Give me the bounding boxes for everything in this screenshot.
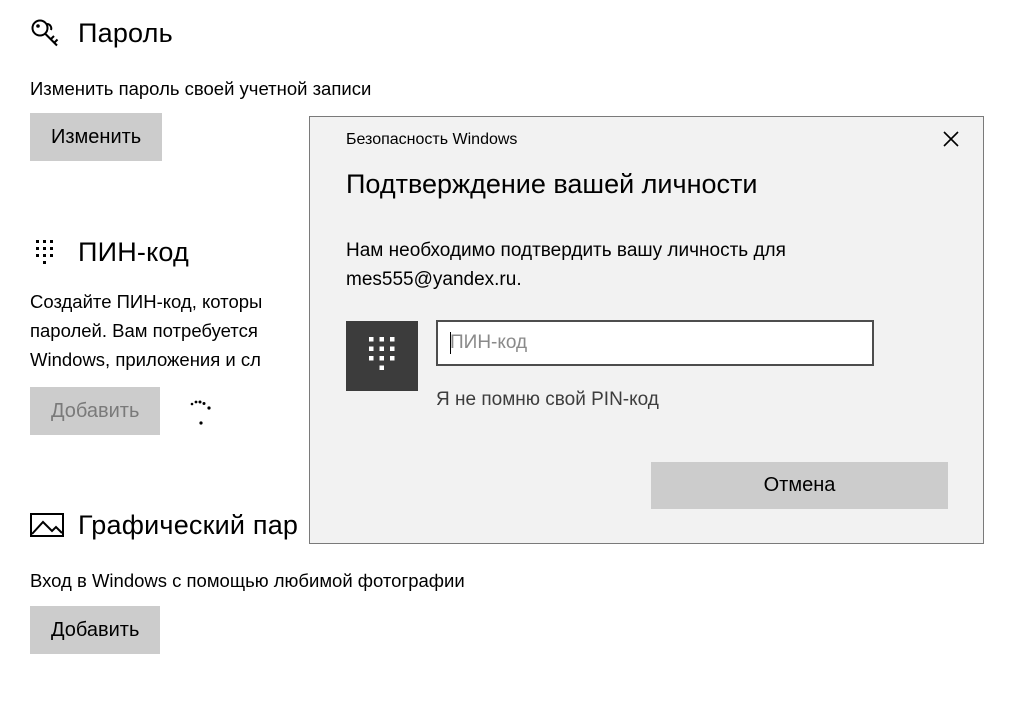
- close-button[interactable]: [937, 127, 965, 155]
- add-pin-button[interactable]: Добавить: [30, 387, 161, 435]
- close-icon: [943, 130, 959, 152]
- settings-page: Пароль Изменить пароль своей учетной зап…: [0, 0, 1024, 715]
- cancel-button[interactable]: Отмена: [651, 462, 948, 509]
- dialog-message: Нам необходимо подтвердить вашу личность…: [346, 236, 786, 294]
- pin-input[interactable]: [436, 320, 874, 366]
- pin-title: ПИН-код: [78, 236, 189, 267]
- password-title: Пароль: [78, 17, 173, 48]
- key-icon: [30, 18, 66, 48]
- pin-description-line: Создайте ПИН-код, которы: [30, 291, 263, 312]
- add-picture-password-button[interactable]: Добавить: [30, 606, 161, 654]
- dialog-caption: Безопасность Windows: [346, 131, 518, 148]
- picture-password-section-header: Графический пар: [30, 508, 298, 542]
- pin-description-line: Windows, приложения и сл: [30, 349, 261, 370]
- forgot-pin-link[interactable]: Я не помню свой PIN-код: [436, 389, 659, 411]
- change-password-button[interactable]: Изменить: [30, 113, 163, 161]
- text-caret: [450, 332, 451, 354]
- pin-description: Создайте ПИН-код, которы паролей. Вам по…: [30, 287, 262, 374]
- password-section-header: Пароль: [30, 16, 173, 50]
- dialog-heading: Подтверждение вашей личности: [346, 169, 758, 199]
- pin-section-header: ПИН-код: [30, 235, 189, 269]
- account-email: mes555@yandex.ru.: [346, 269, 522, 290]
- password-description: Изменить пароль своей учетной записи: [30, 78, 372, 99]
- picture-icon: [30, 510, 66, 540]
- picture-password-title: Графический пар: [78, 509, 299, 540]
- pin-description-line: паролей. Вам потребуется: [30, 320, 258, 341]
- keypad-icon: [30, 237, 66, 267]
- picture-password-description: Вход в Windows с помощью любимой фотогра…: [30, 570, 465, 591]
- pin-tile: [346, 321, 418, 391]
- dialog-message-line: Нам необходимо подтвердить вашу личность…: [346, 240, 786, 261]
- loading-spinner-icon: [186, 394, 216, 430]
- keypad-icon: [365, 334, 399, 379]
- windows-security-dialog: Безопасность Windows Подтверждение вашей…: [309, 116, 984, 544]
